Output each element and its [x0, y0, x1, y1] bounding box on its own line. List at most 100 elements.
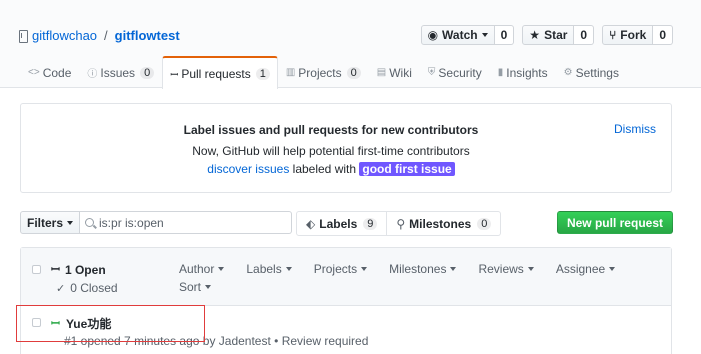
sort-filter-label: Sort [179, 280, 202, 294]
project-icon: ▥ [285, 67, 296, 78]
star-count[interactable]: 0 [574, 25, 595, 45]
projects-filter[interactable]: Projects [313, 262, 368, 276]
chevron-down-icon [481, 33, 488, 37]
repo-icon [18, 29, 28, 43]
fork-label: Fork [620, 28, 647, 42]
repo-name-link[interactable]: gitflowtest [115, 28, 180, 43]
tab-insights[interactable]: ▮ Insights [490, 56, 556, 88]
labels-filter[interactable]: Labels [246, 262, 292, 276]
graph-icon: ▮ [497, 67, 504, 78]
milestone-icon: ⚲ [396, 216, 406, 231]
assignee-filter-label: Assignee [555, 262, 606, 276]
tab-issues[interactable]: ⓘ Issues 0 [79, 56, 162, 88]
tab-issues-label: Issues [100, 65, 136, 80]
banner-text-line2: discover issues labeled with good first … [21, 162, 671, 176]
labels-filter-label: Labels [246, 262, 282, 276]
chevron-down-icon [609, 267, 616, 271]
sort-filter[interactable]: Sort [179, 280, 212, 294]
open-count: 1 Open [64, 262, 106, 277]
tab-code-label: Code [42, 65, 72, 80]
select-all-checkbox[interactable] [32, 265, 41, 274]
star-group: ★ Star 0 [522, 25, 595, 45]
shield-icon: ⛨ [427, 67, 436, 78]
labels-label: Labels [319, 216, 358, 231]
state-filters: ꟷ 1 Open ✓ 0 Closed [51, 262, 118, 296]
tab-wiki[interactable]: ▤ Wiki [369, 56, 420, 88]
tab-insights-label: Insights [506, 65, 548, 80]
banner-title: Label issues and pull requests for new c… [183, 123, 479, 137]
watch-count[interactable]: 0 [494, 25, 515, 45]
filters-label: Filters [27, 215, 64, 230]
assignee-filter[interactable]: Assignee [555, 262, 616, 276]
chevron-down-icon [285, 267, 292, 271]
fork-count[interactable]: 0 [653, 25, 673, 45]
star-icon: ★ [529, 28, 541, 42]
author-label: Author [179, 262, 215, 276]
tab-projects[interactable]: ▥ Projects 0 [278, 56, 369, 88]
closed-count: 0 Closed [70, 281, 118, 295]
labels-link[interactable]: ⬖ Labels 9 [296, 211, 388, 236]
repo-title: gitflowchao / gitflowtest [18, 28, 180, 43]
banner-middle-text: labeled with [292, 162, 357, 176]
tag-icon: ⬖ [306, 216, 316, 231]
banner-text: Now, GitHub will help potential first-ti… [192, 144, 470, 158]
chevron-down-icon [450, 267, 457, 271]
open-filter[interactable]: ꟷ 1 Open [51, 262, 118, 277]
star-button[interactable]: ★ Star [522, 25, 575, 45]
check-icon: ✓ [56, 282, 66, 295]
fork-icon: ⑂ [609, 28, 617, 42]
milestones-label: Milestones [409, 216, 472, 231]
repo-actions: ◉ Watch 0 ★ Star 0 ⑂ Fork 0 [420, 25, 673, 45]
search-value: is:pr is:open [99, 215, 164, 230]
chevron-down-icon [527, 267, 534, 271]
new-pull-request-button[interactable]: New pull request [556, 211, 673, 234]
repo-separator: / [104, 28, 108, 43]
chevron-down-icon [218, 267, 225, 271]
tab-projects-label: Projects [298, 65, 342, 80]
author-filter[interactable]: Author [179, 262, 225, 276]
pull-request-icon: ꟷ [170, 69, 179, 81]
dismiss-button[interactable]: Dismiss [614, 122, 656, 136]
tab-code[interactable]: <> Code [20, 56, 79, 88]
issues-counter: 0 [140, 66, 155, 79]
code-icon: <> [28, 67, 40, 78]
repo-header: gitflowchao / gitflowtest ◉ Watch 0 ★ St… [0, 0, 701, 89]
milestones-link[interactable]: ⚲ Milestones 0 [387, 211, 502, 236]
discover-issues-link[interactable]: discover issues [207, 162, 289, 176]
tab-security-label: Security [438, 65, 482, 80]
projects-counter: 0 [346, 66, 361, 79]
filters-button[interactable]: Filters [20, 211, 81, 234]
watch-label: Watch [442, 28, 478, 42]
chevron-down-icon [361, 267, 368, 271]
eye-icon: ◉ [427, 28, 439, 42]
tab-pull-requests[interactable]: ꟷ Pull requests 1 [162, 56, 278, 89]
tab-settings[interactable]: ⚙ Settings [556, 56, 627, 88]
closed-filter[interactable]: ✓ 0 Closed [51, 281, 118, 295]
filters-bar: Filters is:pr is:open [20, 211, 293, 234]
watch-button[interactable]: ◉ Watch [420, 25, 495, 45]
fork-button[interactable]: ⑂ Fork [602, 25, 654, 45]
repo-owner-link[interactable]: gitflowchao [32, 28, 97, 43]
highlight-annotation [16, 305, 205, 342]
tab-settings-label: Settings [575, 65, 619, 80]
pull-request-icon: ꟷ [51, 264, 60, 276]
watch-group: ◉ Watch 0 [420, 25, 515, 45]
pulls-counter: 1 [255, 67, 270, 80]
contributors-banner: Label issues and pull requests for new c… [20, 103, 672, 193]
labels-milestones-nav: ⬖ Labels 9 ⚲ Milestones 0 [296, 211, 502, 236]
good-first-issue-label[interactable]: good first issue [359, 162, 455, 176]
book-icon: ▤ [376, 67, 387, 78]
tab-security[interactable]: ⛨ Security [420, 56, 490, 88]
search-icon [85, 218, 95, 227]
list-header: ꟷ 1 Open ✓ 0 Closed Author Labels Projec… [21, 248, 671, 306]
milestones-counter: 0 [477, 217, 492, 230]
reviews-filter[interactable]: Reviews [478, 262, 534, 276]
projects-filter-label: Projects [313, 262, 358, 276]
chevron-down-icon [205, 285, 212, 289]
gear-icon: ⚙ [563, 67, 573, 78]
search-input[interactable]: is:pr is:open [80, 211, 293, 234]
issue-opened-icon: ⓘ [87, 69, 98, 80]
milestones-filter[interactable]: Milestones [389, 262, 457, 276]
tab-wiki-label: Wiki [389, 65, 412, 80]
milestones-filter-label: Milestones [389, 262, 447, 276]
